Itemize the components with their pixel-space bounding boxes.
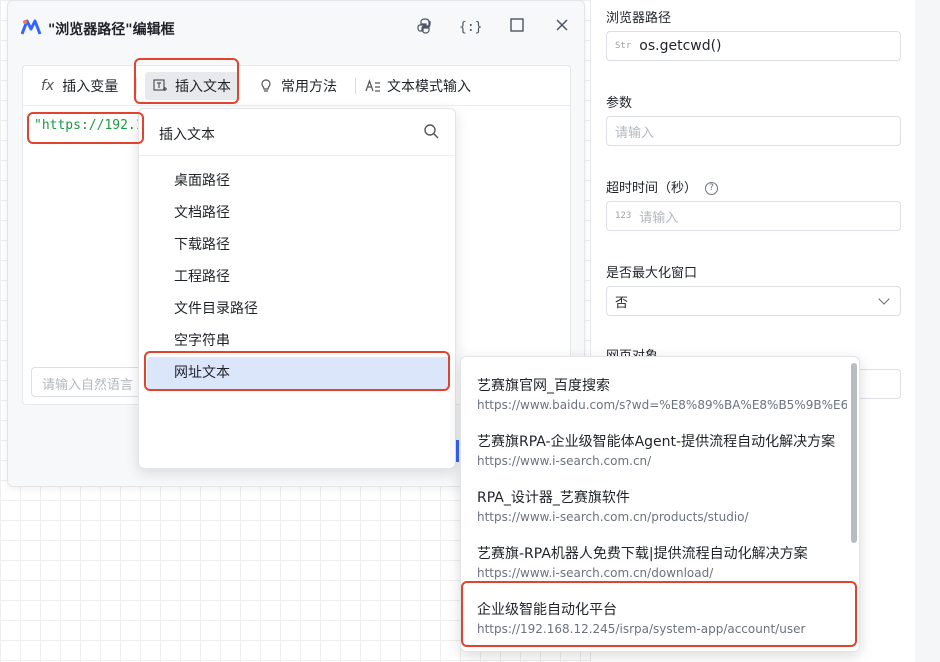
url-item-title: RPA_设计器_艺赛旗软件 <box>477 490 630 506</box>
params-label: 参数 <box>606 96 633 111</box>
highlight-insert-text <box>134 58 239 104</box>
insert-variable-label: 插入变量 <box>62 79 119 95</box>
browser-path-value: os.getcwd() <box>639 38 722 54</box>
url-item[interactable]: RPA_设计器_艺赛旗软件 https://www.i-search.com.c… <box>477 487 847 524</box>
toolbar-divider <box>355 78 356 94</box>
highlight-url-text <box>144 351 450 391</box>
browser-path-label: 浏览器路径 <box>606 11 672 26</box>
dropdown-item-documents-path[interactable]: 文档路径 <box>147 197 449 229</box>
chevron-down-icon <box>878 293 890 305</box>
url-item-url: https://www.baidu.com/s?wd=%E8%89%BA%E8%… <box>477 398 847 412</box>
maximize-value: 否 <box>615 295 629 311</box>
url-item[interactable]: 艺赛旗官网_百度搜索 https://www.baidu.com/s?wd=%E… <box>477 375 847 412</box>
lightbulb-icon <box>261 79 271 92</box>
search-icon[interactable] <box>423 123 439 139</box>
highlight-enterprise-url <box>461 581 857 647</box>
url-item[interactable]: 艺赛旗-RPA机器人免费下载|提供流程自动化解决方案 https://www.i… <box>477 543 847 580</box>
params-input[interactable]: 请输入 <box>606 116 901 146</box>
number-type-icon: 123 <box>615 211 632 221</box>
url-item-title: 艺赛旗官网_百度搜索 <box>477 378 610 394</box>
submenu-scrollbar[interactable] <box>851 363 857 543</box>
text-mode-input-label: 文本模式输入 <box>387 79 471 95</box>
common-methods-button[interactable]: 常用方法 <box>259 76 337 96</box>
timeout-label: 超时时间（秒） <box>606 181 698 196</box>
dropdown-title: 插入文本 <box>159 127 215 143</box>
dropdown-item-downloads-path[interactable]: 下载路径 <box>147 229 449 261</box>
side-strip <box>915 0 940 662</box>
dropdown-item-file-dir-path[interactable]: 文件目录路径 <box>147 293 449 325</box>
text-mode-icon <box>365 79 380 92</box>
text-mode-input-button[interactable]: 文本模式输入 <box>365 76 471 96</box>
maximize-icon[interactable] <box>506 17 528 39</box>
python-icon[interactable] <box>414 17 436 39</box>
app-logo-icon <box>21 19 42 35</box>
editor-toolbar: fx 插入变量 插入文本 常用方法 文本模式输入 <box>23 66 570 106</box>
fx-icon: fx <box>41 78 55 94</box>
insert-variable-button[interactable]: fx 插入变量 <box>41 76 118 96</box>
timeout-input[interactable]: 123 请输入 <box>606 201 901 231</box>
timeout-placeholder: 请输入 <box>639 210 679 226</box>
maximize-select[interactable]: 否 <box>606 286 901 316</box>
dropdown-item-project-path[interactable]: 工程路径 <box>147 261 449 293</box>
url-item-title: 艺赛旗RPA-企业级智能体Agent-提供流程自动化解决方案 <box>477 434 836 450</box>
url-item[interactable]: 艺赛旗RPA-企业级智能体Agent-提供流程自动化解决方案 https://w… <box>477 431 847 468</box>
natural-language-input[interactable]: 请输入自然语言 <box>31 367 143 397</box>
string-type-icon: Str <box>615 41 632 51</box>
url-item-title: 艺赛旗-RPA机器人免费下载|提供流程自动化解决方案 <box>477 546 808 562</box>
maximize-label: 是否最大化窗口 <box>606 266 698 281</box>
url-item-url: https://www.i-search.com.cn/download/ <box>477 566 714 580</box>
dropdown-divider <box>139 155 455 156</box>
url-item-url: https://www.i-search.com.cn/ <box>477 454 652 468</box>
params-placeholder: 请输入 <box>615 125 655 141</box>
highlight-code-text <box>27 112 144 144</box>
dropdown-item-desktop-path[interactable]: 桌面路径 <box>147 165 449 197</box>
url-item-url: https://www.i-search.com.cn/products/stu… <box>477 510 749 524</box>
dialog-title: "浏览器路径"编辑框 <box>48 22 175 38</box>
browser-path-input[interactable]: Str os.getcwd() <box>606 31 901 61</box>
insert-text-dropdown: 插入文本 桌面路径 文档路径 下载路径 工程路径 文件目录路径 空字符串 网址文… <box>138 108 456 469</box>
close-icon[interactable] <box>551 17 573 39</box>
common-methods-label: 常用方法 <box>281 79 337 95</box>
timeout-label-wrap: 超时时间（秒）? <box>606 177 719 196</box>
braces-icon[interactable]: {:} <box>459 17 482 39</box>
help-icon[interactable]: ? <box>705 182 719 195</box>
